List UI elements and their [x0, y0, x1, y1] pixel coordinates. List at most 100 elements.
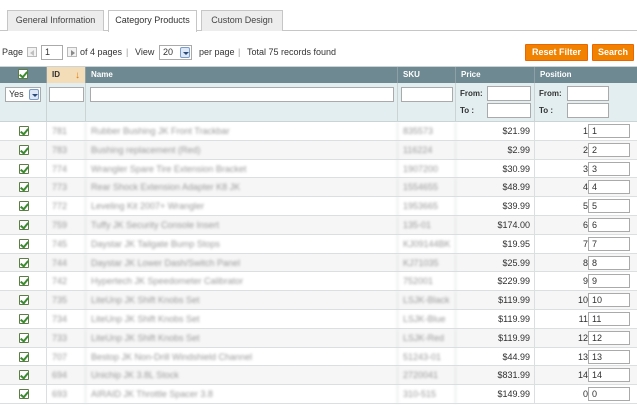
position-input[interactable]: 2 [588, 142, 630, 157]
position-input[interactable]: 14 [588, 368, 630, 383]
position-input[interactable]: 6 [588, 218, 630, 232]
filter-position-cell: From: To : [535, 83, 637, 122]
position-input[interactable]: 13 [588, 349, 630, 364]
header-name-label: Name [91, 70, 113, 79]
table-row[interactable]: 781 Rubber Bushing JK Front Trackbar 83557… [0, 122, 637, 141]
row-checkbox[interactable] [19, 276, 29, 287]
header-position-label: Position [540, 70, 572, 79]
header-position[interactable]: Position [535, 67, 637, 83]
page-input[interactable]: 1 [41, 45, 63, 60]
chevron-down-icon [29, 89, 39, 100]
row-sku: 135-01 [398, 216, 456, 235]
row-id: 734 [47, 310, 86, 329]
table-row[interactable]: 742 Hypertech JK Speedometer Calibrator 75… [0, 272, 637, 292]
position-input[interactable]: 3 [588, 161, 630, 176]
price-from-input[interactable] [487, 86, 531, 101]
reset-filter-button[interactable]: Reset Filter [525, 44, 588, 61]
row-position-cell: 55 [535, 197, 637, 216]
position-input[interactable]: 7 [588, 236, 630, 251]
row-price: $44.99 [456, 347, 535, 367]
table-row[interactable]: 693 AIRAID JK Throttle Spacer 3.8 310-515 $… [0, 385, 637, 404]
table-row[interactable]: 707 Bestop JK Non-Drill Windshield Channe… [0, 347, 637, 367]
position-input[interactable]: 4 [588, 180, 630, 195]
row-checkbox[interactable] [19, 238, 29, 249]
position-from-input[interactable] [567, 86, 609, 101]
header-id[interactable]: ID ↓ [47, 67, 86, 83]
row-position: 7 [582, 238, 588, 249]
header-sku[interactable]: SKU [398, 67, 456, 83]
row-name: Unichip JK 3.8L Stock [86, 366, 398, 386]
per-page-select[interactable]: 20 [159, 45, 192, 60]
row-checkbox[interactable] [19, 201, 29, 212]
row-price: $25.99 [456, 253, 535, 273]
next-page-icon[interactable] [67, 47, 77, 57]
tab-custom-design[interactable]: Custom Design [201, 10, 283, 31]
row-checkbox[interactable] [19, 295, 29, 306]
row-sku: 1953665 [398, 197, 456, 216]
name-filter-input[interactable] [90, 87, 394, 102]
row-checkbox[interactable] [19, 370, 29, 381]
row-price: $119.99 [456, 328, 535, 348]
row-position: 12 [577, 332, 588, 343]
in-category-select[interactable]: Yes [5, 87, 41, 102]
row-price: $831.99 [456, 366, 535, 386]
table-row[interactable]: 772 Leveling Kit 2007+ Wrangler 1953665 $39… [0, 197, 637, 216]
row-select-cell [0, 178, 47, 198]
row-select-cell [0, 347, 47, 367]
table-row[interactable]: 745 Daystar JK Tailgate Bump Stops KJ09144… [0, 234, 637, 254]
row-id: 744 [47, 253, 86, 273]
row-checkbox[interactable] [19, 144, 29, 155]
prev-page-icon[interactable] [27, 47, 37, 57]
row-price: $39.99 [456, 197, 535, 216]
row-checkbox[interactable] [19, 314, 29, 324]
row-checkbox[interactable] [19, 182, 29, 193]
table-row[interactable]: 759 Tuffy JK Security Console Insert 135-0… [0, 216, 637, 235]
table-row[interactable]: 735 LiteUnp JK Shift Knobs Set LSJK-Black $… [0, 291, 637, 310]
row-select-cell [0, 140, 47, 160]
price-to-input[interactable] [487, 103, 531, 118]
search-button[interactable]: Search [592, 44, 634, 61]
tab-category-products[interactable]: Category Products [108, 10, 197, 32]
position-input[interactable]: 0 [588, 387, 630, 402]
position-input[interactable]: 10 [588, 293, 630, 308]
header-name[interactable]: Name [86, 67, 398, 83]
reset-filter-label: Reset Filter [531, 47, 582, 57]
row-position-cell: 77 [535, 235, 637, 254]
row-checkbox[interactable] [19, 126, 29, 136]
row-name: Leveling Kit 2007+ Wrangler [86, 197, 398, 216]
table-row[interactable]: 774 Wrangler Spare Tire Extension Bracket… [0, 159, 637, 179]
table-row[interactable]: 694 Unichip JK 3.8L Stock 2720041 $831.99 14… [0, 366, 637, 386]
table-row[interactable]: 783 Bushing replacement (Red) 116224 $2.99 2… [0, 140, 637, 160]
position-input[interactable]: 9 [588, 274, 630, 289]
header-price[interactable]: Price [456, 67, 535, 83]
search-label: Search [597, 47, 629, 57]
row-price: $30.99 [456, 159, 535, 179]
row-sku: 752001 [398, 272, 456, 292]
position-input[interactable]: 12 [588, 330, 630, 345]
row-id: 742 [47, 272, 86, 292]
row-checkbox[interactable] [19, 332, 29, 343]
position-input[interactable]: 1 [588, 124, 630, 138]
row-position: 0 [582, 389, 588, 400]
select-all-checkbox[interactable] [18, 69, 28, 79]
position-input[interactable]: 8 [588, 255, 630, 270]
row-checkbox[interactable] [19, 351, 29, 362]
sku-filter-input[interactable] [401, 87, 453, 102]
table-row[interactable]: 773 Rear Shock Extension Adapter K8 JK 155… [0, 178, 637, 198]
row-checkbox[interactable] [19, 163, 29, 174]
position-input[interactable]: 11 [588, 312, 630, 326]
tab-general-information[interactable]: General Information [7, 10, 104, 31]
pager-divider: | [126, 47, 129, 57]
row-select-cell [0, 253, 47, 273]
position-to-input[interactable] [567, 103, 609, 118]
table-row[interactable]: 744 Daystar JK Lower Dash/Switch Panel KJ7… [0, 253, 637, 273]
row-checkbox[interactable] [19, 389, 29, 400]
row-sku: LSJK-Black [398, 291, 456, 310]
id-filter-input[interactable] [49, 87, 84, 102]
table-row[interactable]: 733 LiteUnp JK Shift Knobs Set LSJK-Red $11… [0, 328, 637, 348]
position-input[interactable]: 5 [588, 199, 630, 214]
row-checkbox[interactable] [19, 220, 29, 230]
filter-row: Yes From: To : From: To : [0, 83, 637, 122]
table-row[interactable]: 734 LiteUnp JK Shift Knobs Set LSJK-Blue $1… [0, 310, 637, 329]
row-checkbox[interactable] [19, 257, 29, 268]
